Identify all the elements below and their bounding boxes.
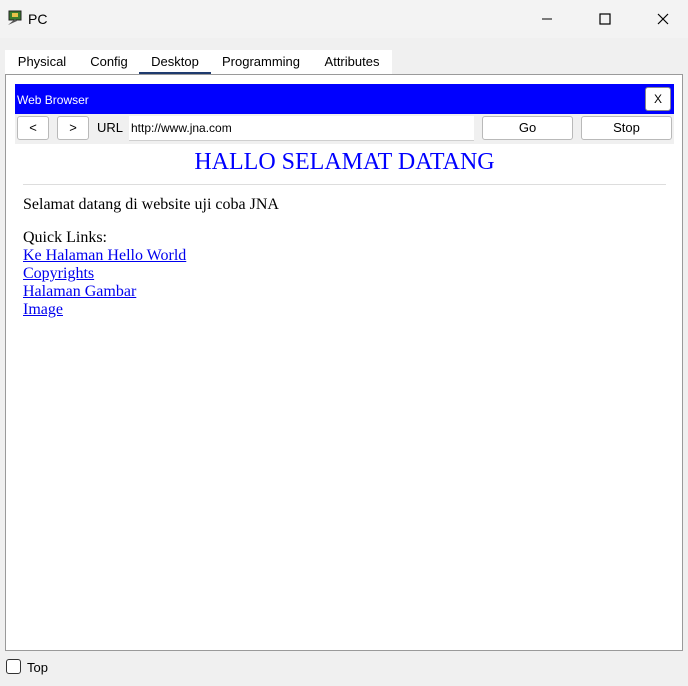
web-browser-title: Web Browser bbox=[17, 93, 89, 107]
tab-programming[interactable]: Programming bbox=[218, 50, 304, 74]
link-image[interactable]: Image bbox=[23, 301, 63, 319]
maximize-button[interactable] bbox=[576, 0, 634, 38]
horizontal-rule bbox=[23, 184, 666, 185]
close-icon bbox=[657, 13, 669, 25]
go-button[interactable]: Go bbox=[482, 116, 573, 140]
tab-strip: Physical Config Desktop Programming Attr… bbox=[5, 50, 392, 75]
maximize-icon bbox=[599, 13, 611, 25]
url-label: URL bbox=[97, 120, 124, 135]
minimize-button[interactable] bbox=[518, 0, 576, 38]
window-title: PC bbox=[28, 11, 48, 27]
tab-attributes[interactable]: Attributes bbox=[317, 50, 387, 74]
minimize-icon bbox=[542, 18, 552, 20]
desktop-frame: Web Browser X < > URL Go Stop HALLO SELA… bbox=[5, 74, 683, 651]
intro-text: Selamat datang di website uji coba JNA bbox=[23, 196, 279, 213]
close-window-button[interactable] bbox=[634, 0, 688, 38]
quick-links-label: Quick Links: bbox=[23, 229, 107, 246]
web-browser-header: Web Browser X bbox=[15, 84, 674, 114]
tab-config[interactable]: Config bbox=[85, 50, 133, 74]
title-bar: PC bbox=[0, 0, 688, 38]
pc-app-icon bbox=[8, 10, 22, 25]
link-halaman-gambar[interactable]: Halaman Gambar bbox=[23, 283, 136, 301]
tab-desktop[interactable]: Desktop bbox=[139, 50, 211, 75]
top-checkbox-label: Top bbox=[27, 660, 48, 675]
web-browser-close-button[interactable]: X bbox=[645, 87, 671, 111]
url-input[interactable] bbox=[129, 116, 474, 141]
link-hello-world[interactable]: Ke Halaman Hello World bbox=[23, 247, 186, 265]
top-checkbox[interactable] bbox=[6, 659, 21, 674]
tab-physical[interactable]: Physical bbox=[8, 50, 76, 74]
forward-button[interactable]: > bbox=[57, 116, 89, 140]
web-browser-panel: Web Browser X < > URL Go Stop HALLO SELA… bbox=[15, 84, 674, 641]
browser-content: HALLO SELAMAT DATANG Selamat datang di w… bbox=[15, 144, 674, 641]
link-copyrights[interactable]: Copyrights bbox=[23, 265, 94, 283]
back-button[interactable]: < bbox=[17, 116, 49, 140]
stop-button[interactable]: Stop bbox=[581, 116, 672, 140]
page-heading: HALLO SELAMAT DATANG bbox=[194, 149, 495, 175]
